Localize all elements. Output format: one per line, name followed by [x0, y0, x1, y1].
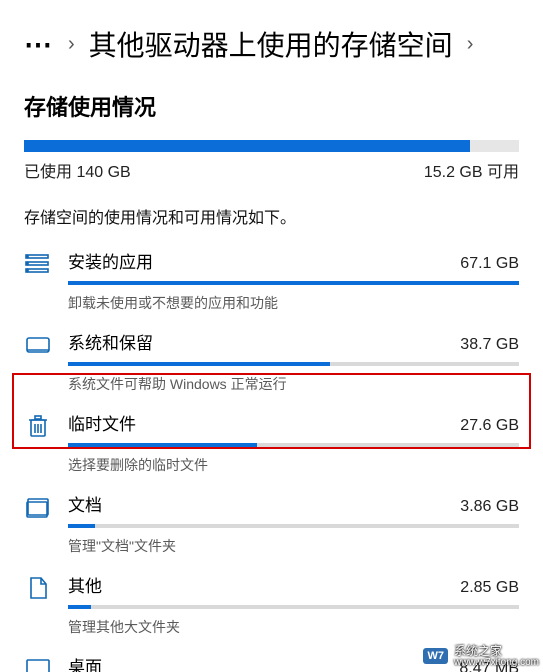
breadcrumb-prev[interactable]: ⋯	[24, 28, 54, 61]
item-title: 文档	[68, 491, 102, 516]
item-size: 2.85 GB	[460, 579, 519, 597]
item-title: 临时文件	[68, 410, 136, 435]
section-title: 存储使用情况	[0, 74, 543, 130]
overall-usage-fill	[24, 140, 470, 152]
watermark-url: www.w7xitong.com	[454, 658, 539, 669]
item-size: 3.86 GB	[460, 498, 519, 516]
item-usage-bar	[68, 605, 519, 609]
storage-item[interactable]: 其他 2.85 GB 管理其他大文件夹	[24, 562, 519, 643]
item-usage-bar	[68, 362, 519, 366]
item-usage-fill	[68, 362, 330, 366]
item-subtext: 系统文件可帮助 Windows 正常运行	[68, 374, 519, 394]
breadcrumb: ⋯ › 其他驱动器上使用的存储空间 ›	[0, 0, 543, 74]
free-label: 15.2 GB 可用	[424, 158, 519, 182]
overall-usage-bar	[0, 130, 543, 152]
system-icon	[24, 331, 52, 359]
item-usage-bar	[68, 281, 519, 285]
item-size: 38.7 GB	[460, 336, 519, 354]
storage-items: 安装的应用67.1 GB卸载未使用或不想要的应用和功能系统和保留38.7 GB系…	[0, 238, 543, 672]
item-subtext: 卸载未使用或不想要的应用和功能	[68, 293, 519, 313]
watermark-text: 系统之家	[454, 645, 539, 658]
item-size: 67.1 GB	[460, 255, 519, 273]
storage-item[interactable]: 系统和保留 38.7 GB 系统文件可帮助 Windows 正常运行	[24, 319, 519, 400]
item-size: 27.6 GB	[460, 417, 519, 435]
item-subtext: 管理"文档"文件夹	[68, 536, 519, 556]
document-icon	[24, 493, 52, 521]
storage-item[interactable]: 文档 3.86 GB 管理"文档"文件夹	[24, 481, 519, 562]
watermark: W7 系统之家 www.w7xitong.com	[423, 645, 539, 668]
item-usage-bar	[68, 443, 519, 447]
usage-description: 存储空间的使用情况和可用情况如下。	[0, 182, 543, 238]
watermark-badge: W7	[423, 648, 448, 664]
apps-icon	[24, 250, 52, 278]
item-subtext: 管理其他大文件夹	[68, 617, 519, 637]
item-usage-fill	[68, 605, 91, 609]
item-title: 其他	[68, 572, 102, 597]
breadcrumb-title: 其他驱动器上使用的存储空间	[89, 24, 453, 64]
item-subtext: 选择要删除的临时文件	[68, 455, 519, 475]
item-usage-fill	[68, 281, 519, 285]
item-usage-fill	[68, 443, 257, 447]
item-usage-bar	[68, 524, 519, 528]
chevron-right-icon: ›	[467, 33, 474, 56]
trash-icon	[24, 412, 52, 440]
item-title: 系统和保留	[68, 329, 153, 354]
other-icon	[24, 574, 52, 602]
storage-item[interactable]: 临时文件 27.6 GB 选择要删除的临时文件	[24, 400, 519, 481]
chevron-right-icon: ›	[68, 33, 75, 56]
item-title: 桌面	[68, 653, 102, 672]
storage-item[interactable]: 安装的应用 67.1 GB 卸载未使用或不想要的应用和功能	[24, 238, 519, 319]
item-usage-fill	[68, 524, 95, 528]
desktop-icon	[24, 655, 52, 672]
used-label: 已使用 140 GB	[24, 158, 131, 182]
item-title: 安装的应用	[68, 248, 153, 273]
